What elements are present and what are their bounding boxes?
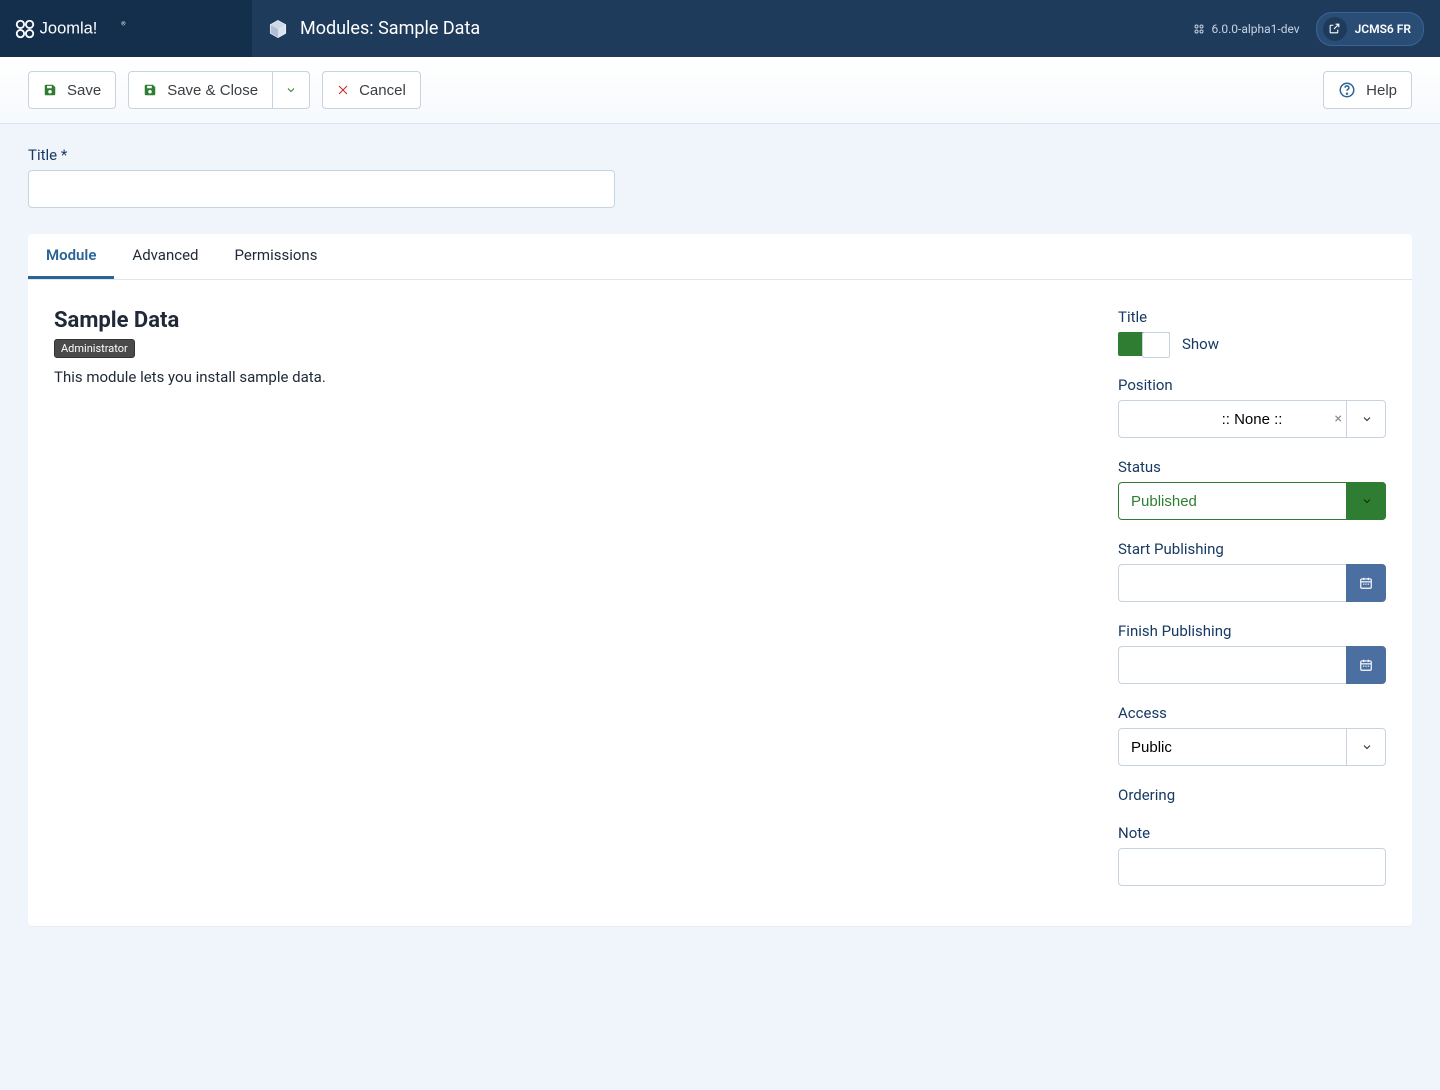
module-scope-badge: Administrator (54, 339, 135, 358)
tab-permissions[interactable]: Permissions (217, 234, 336, 279)
tab-content: Sample Data Administrator This module le… (28, 280, 1412, 926)
title-field-label: Title * (28, 146, 1412, 164)
page-title-wrap: Modules: Sample Data (252, 18, 1193, 39)
tabs: Module Advanced Permissions (28, 234, 1412, 280)
close-icon (337, 84, 349, 96)
option-access: Access (1118, 704, 1386, 766)
option-title-label: Title (1118, 308, 1386, 326)
start-publishing-calendar-button[interactable] (1346, 564, 1386, 602)
module-info: Sample Data Administrator This module le… (54, 308, 1078, 886)
module-icon (268, 19, 288, 39)
module-description: This module lets you install sample data… (54, 368, 1078, 386)
save-close-icon (143, 83, 157, 97)
option-position: Position × (1118, 376, 1386, 438)
finish-publishing-label: Finish Publishing (1118, 622, 1386, 640)
save-button[interactable]: Save (28, 71, 116, 109)
save-close-group: Save & Close (128, 71, 310, 109)
content-area: Title * Module Advanced Permissions Samp… (0, 124, 1440, 966)
help-label: Help (1366, 82, 1397, 99)
start-publishing-label: Start Publishing (1118, 540, 1386, 558)
svg-text:Joomla!: Joomla! (40, 19, 98, 37)
status-select[interactable] (1118, 482, 1386, 520)
cancel-button[interactable]: Cancel (322, 71, 421, 109)
svg-text:®: ® (121, 20, 126, 27)
title-toggle-state: Show (1182, 335, 1219, 353)
module-options-sidebar: Title Show Position × (1118, 308, 1386, 886)
start-publishing-input[interactable] (1118, 564, 1346, 602)
site-name: JCMS6 FR (1355, 22, 1411, 36)
save-label: Save (67, 82, 101, 99)
option-status: Status (1118, 458, 1386, 520)
calendar-icon (1359, 658, 1373, 672)
ordering-label: Ordering (1118, 786, 1386, 804)
title-input[interactable] (28, 170, 615, 208)
note-label: Note (1118, 824, 1386, 842)
save-close-button[interactable]: Save & Close (128, 71, 273, 109)
option-note: Note (1118, 824, 1386, 886)
brand-logo[interactable]: Joomla! ® (0, 0, 252, 57)
position-label: Position (1118, 376, 1386, 394)
save-icon (43, 83, 57, 97)
finish-publishing-input[interactable] (1118, 646, 1346, 684)
option-start-publishing: Start Publishing (1118, 540, 1386, 602)
tab-module[interactable]: Module (28, 234, 114, 279)
external-link-icon (1323, 17, 1347, 41)
status-label: Status (1118, 458, 1386, 476)
access-select[interactable] (1118, 728, 1386, 766)
help-icon (1338, 81, 1356, 99)
joomla-mark-icon (1193, 23, 1205, 35)
version-text: 6.0.0-alpha1-dev (1211, 22, 1299, 36)
access-label: Access (1118, 704, 1386, 722)
cancel-label: Cancel (359, 82, 406, 99)
note-input[interactable] (1118, 848, 1386, 886)
tabs-panel: Module Advanced Permissions Sample Data … (28, 234, 1412, 926)
module-name: Sample Data (54, 308, 1078, 333)
position-select[interactable] (1118, 400, 1386, 438)
page-title: Modules: Sample Data (300, 18, 480, 39)
save-close-label: Save & Close (167, 82, 258, 99)
option-finish-publishing: Finish Publishing (1118, 622, 1386, 684)
joomla-logo-icon: Joomla! ® (14, 18, 142, 40)
calendar-icon (1359, 576, 1373, 590)
option-ordering: Ordering (1118, 786, 1386, 804)
position-clear-icon[interactable]: × (1335, 411, 1342, 427)
save-dropdown-button[interactable] (273, 71, 310, 109)
chevron-down-icon (285, 84, 297, 96)
top-bar: Joomla! ® Modules: Sample Data 6.0.0-alp… (0, 0, 1440, 57)
tab-advanced[interactable]: Advanced (114, 234, 216, 279)
version-info[interactable]: 6.0.0-alpha1-dev (1193, 22, 1299, 36)
help-button[interactable]: Help (1323, 71, 1412, 109)
topbar-right: 6.0.0-alpha1-dev JCMS6 FR (1193, 12, 1440, 46)
action-toolbar: Save Save & Close Cancel Help (0, 57, 1440, 124)
site-link-badge[interactable]: JCMS6 FR (1316, 12, 1424, 46)
title-show-toggle[interactable] (1118, 332, 1170, 356)
finish-publishing-calendar-button[interactable] (1346, 646, 1386, 684)
option-title: Title Show (1118, 308, 1386, 356)
